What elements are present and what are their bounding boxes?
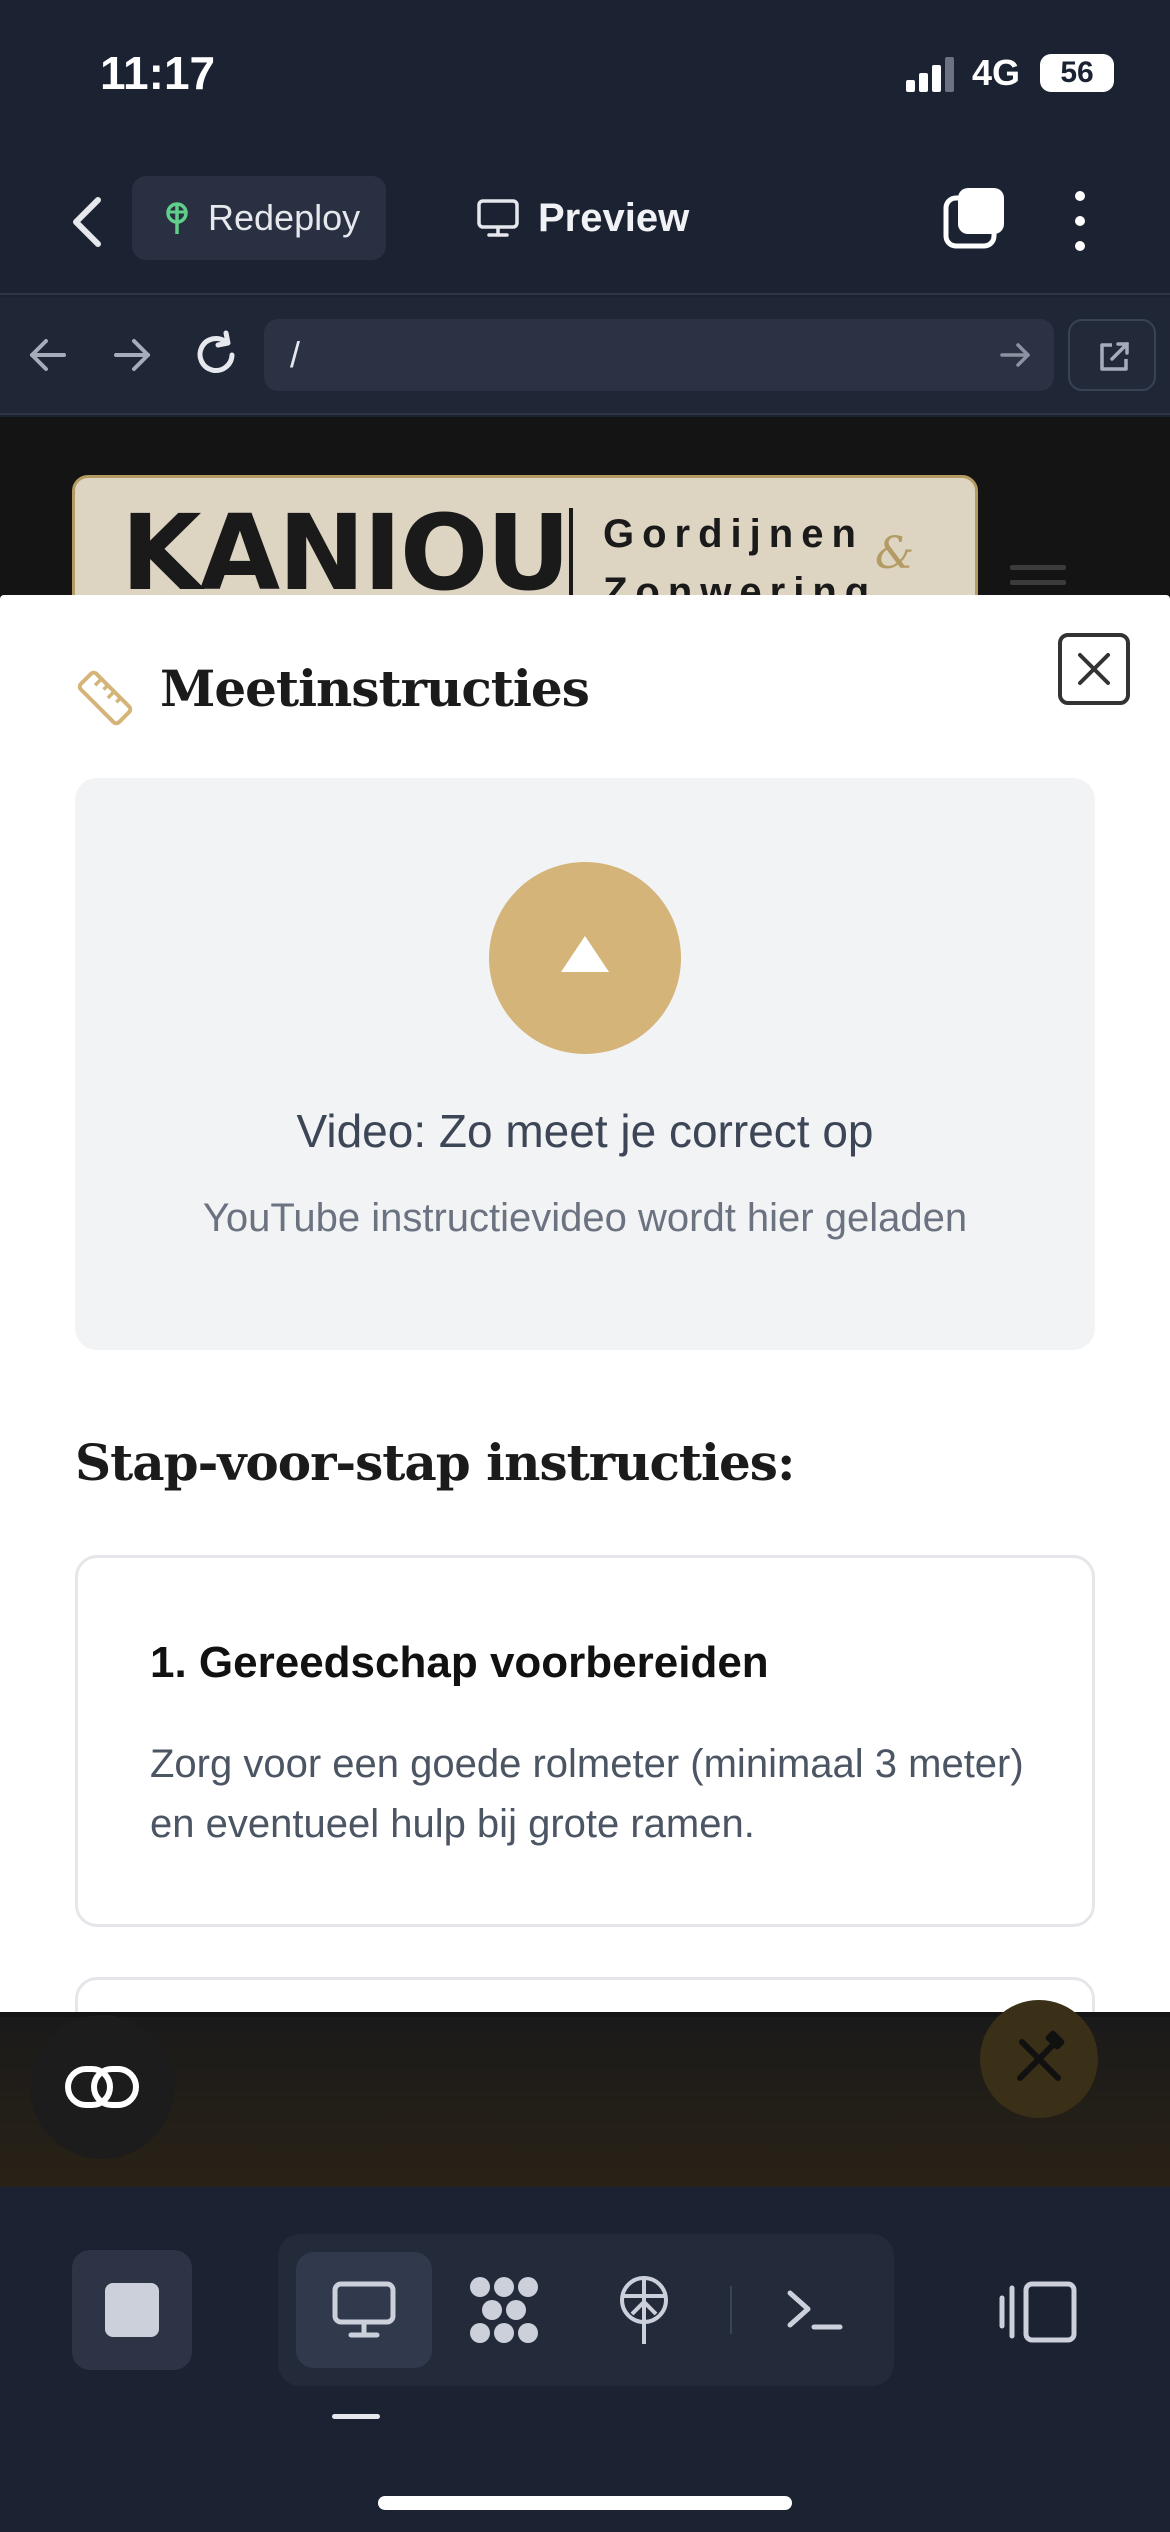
play-button[interactable]: [489, 862, 681, 1054]
stop-icon: [105, 2283, 159, 2337]
tabs-icon[interactable]: [942, 184, 1008, 250]
active-tab-indicator: [332, 2414, 380, 2419]
close-button[interactable]: [1058, 633, 1130, 705]
network-type: 4G: [972, 52, 1021, 93]
external-link-icon: [1100, 342, 1129, 371]
redeploy-label: Redeploy: [208, 197, 361, 238]
step-card-next: [75, 1977, 1095, 2012]
measurement-modal: Meetinstructies Video: Zo meet je correc…: [0, 595, 1170, 2012]
home-indicator[interactable]: [378, 2496, 792, 2510]
steps-heading: Stap-voor-stap instructies:: [75, 1433, 795, 1492]
battery-indicator: 56: [1040, 54, 1114, 92]
close-icon: [1078, 653, 1110, 685]
redeploy-button[interactable]: Redeploy: [132, 176, 386, 260]
video-placeholder[interactable]: Video: Zo meet je correct op YouTube ins…: [75, 778, 1095, 1350]
tab-deploy[interactable]: [576, 2252, 712, 2368]
status-time: 11:17: [100, 47, 216, 99]
signal-icon: [906, 57, 954, 92]
stop-button[interactable]: [72, 2250, 192, 2370]
tools-icon: [1017, 2030, 1065, 2081]
redeploy-icon: [166, 202, 188, 234]
open-external-button[interactable]: [1068, 319, 1156, 391]
step-title: 1. Gereedschap voorbereiden: [150, 1638, 769, 1687]
url-bar: /: [0, 297, 1170, 415]
back-icon[interactable]: [60, 190, 116, 254]
url-text: /: [290, 334, 301, 375]
segment-divider: [730, 2286, 732, 2334]
step-card: 1. Gereedschap voorbereiden Zorg voor ee…: [75, 1555, 1095, 1927]
url-input[interactable]: /: [264, 319, 1054, 391]
nav-back-icon[interactable]: [20, 327, 76, 383]
tab-terminal[interactable]: [746, 2252, 882, 2368]
reload-icon[interactable]: [188, 327, 244, 383]
tab-apps[interactable]: [436, 2252, 572, 2368]
modal-title: Meetinstructies: [160, 659, 590, 718]
link-button[interactable]: [30, 2015, 174, 2159]
preview-label: Preview: [538, 195, 690, 240]
logo-sub-text: Gordijnen: [603, 512, 864, 556]
nav-forward-icon[interactable]: [104, 327, 160, 383]
monitor-icon: [477, 199, 519, 237]
go-arrow-icon[interactable]: [998, 337, 1034, 373]
deploy-icon: [620, 2276, 668, 2344]
video-title: Video: Zo meet je correct op: [296, 1105, 874, 1157]
status-bar: 11:17 4G 56: [0, 0, 1170, 150]
terminal-icon: [787, 2290, 843, 2330]
sidebar-icon[interactable]: [996, 2254, 1080, 2366]
tools-button[interactable]: [980, 2000, 1098, 2118]
tab-desktop[interactable]: [296, 2252, 432, 2368]
desktop-icon: [332, 2281, 396, 2338]
more-icon[interactable]: [1060, 186, 1100, 256]
logo-ampersand: &: [875, 528, 915, 579]
app-header: Redeploy Preview: [0, 150, 1170, 295]
bottom-toolbar: [0, 2188, 1170, 2532]
step-description: Zorg voor een goede rolmeter (minimaal 3…: [150, 1742, 1024, 1846]
preview-title[interactable]: Preview: [476, 188, 689, 248]
ruler-icon: [77, 670, 133, 726]
link-icon: [65, 2066, 139, 2108]
video-subtitle: YouTube instructievideo wordt hier gelad…: [202, 1196, 968, 1240]
play-icon: [561, 936, 609, 972]
apps-icon: [470, 2277, 538, 2343]
view-switcher: [278, 2234, 894, 2386]
